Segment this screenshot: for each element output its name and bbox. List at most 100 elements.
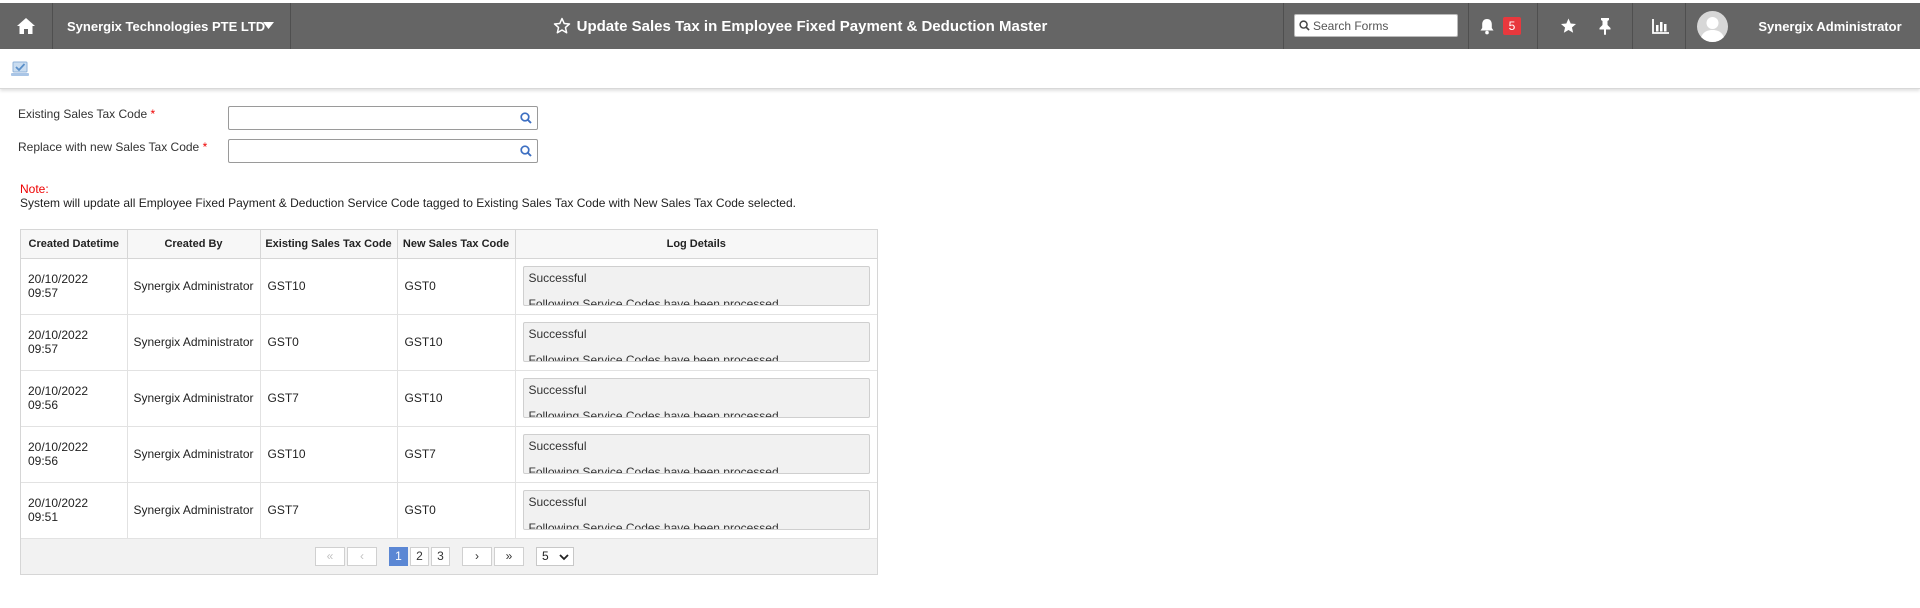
log-details-cell: Successful Following Service Codes have … [515,314,877,371]
first-page-button[interactable]: « [315,546,345,566]
search-icon[interactable] [520,145,532,157]
company-name: Synergix Technologies PTE LTD [67,18,266,34]
last-page-button[interactable]: » [494,546,524,566]
created-by-cell: Synergix Administrator [127,314,261,371]
required-mark: * [150,107,156,121]
created-datetime-cell: 20/10/2022 09:56 [21,426,128,483]
page-2-button[interactable]: 2 [410,546,429,566]
new-code-cell: GST10 [397,314,516,371]
existing-code-cell: GST0 [260,314,398,371]
pin-button[interactable] [1590,3,1620,49]
log-message: Following Service Codes have been proces… [528,465,779,474]
star-icon [1560,18,1576,33]
header-divider [1468,3,1469,49]
log-message: Following Service Codes have been proces… [528,297,779,306]
next-page-button[interactable]: › [462,546,492,566]
existing-code-cell: GST7 [260,482,398,539]
save-check-icon[interactable] [10,60,30,77]
log-status: Successful [528,383,587,397]
created-by-cell: Synergix Administrator [127,258,261,315]
existing-code-cell: GST10 [260,258,398,315]
log-message: Following Service Codes have been proces… [528,521,779,530]
search-icon[interactable] [520,112,532,124]
reports-button[interactable] [1645,3,1675,49]
required-mark: * [202,140,208,154]
star-outline-icon[interactable] [553,17,571,35]
replace-sales-tax-lookup[interactable] [228,139,538,163]
created-by-cell: Synergix Administrator [127,370,261,427]
table-row[interactable]: 20/10/2022 09:57 Synergix Administrator … [21,258,877,315]
new-code-cell: GST0 [397,258,516,315]
home-icon [17,18,35,34]
search-forms-box[interactable] [1294,14,1458,37]
note-label: Note: [20,182,49,196]
favorites-button[interactable] [1553,3,1583,49]
log-message: Following Service Codes have been proces… [528,409,779,418]
existing-sales-tax-label: Existing Sales Tax Code * [18,107,155,121]
page-1-button[interactable]: 1 [389,546,408,566]
top-header-bar: Synergix Technologies PTE LTD Update Sal… [0,3,1920,49]
header-divider [290,3,291,49]
log-status: Successful [528,271,587,285]
log-details-cell: Successful Following Service Codes have … [515,426,877,483]
notifications-button[interactable]: 5 [1470,3,1530,49]
table-row[interactable]: 20/10/2022 09:56 Synergix Administrator … [21,426,877,483]
search-forms-input[interactable] [1313,18,1453,33]
page-title: Update Sales Tax in Employee Fixed Payme… [576,17,1048,35]
search-icon [1299,20,1310,31]
existing-sales-tax-label-text: Existing Sales Tax Code [18,107,148,121]
created-by-cell: Synergix Administrator [127,482,261,539]
home-button[interactable] [0,3,52,49]
bell-icon [1480,18,1494,34]
existing-code-cell: GST10 [260,426,398,483]
replace-sales-tax-label: Replace with new Sales Tax Code * [18,140,207,154]
created-datetime-cell: 20/10/2022 09:56 [21,370,128,427]
new-code-cell: GST0 [397,482,516,539]
header-divider [1632,3,1633,49]
table-row[interactable]: 20/10/2022 09:51 Synergix Administrator … [21,482,877,539]
existing-sales-tax-input[interactable] [229,107,509,129]
prev-page-button[interactable]: ‹ [347,546,377,566]
log-status: Successful [528,327,587,341]
created-by-cell: Synergix Administrator [127,426,261,483]
page-size-value: 5 [542,549,549,563]
table-row[interactable]: 20/10/2022 09:57 Synergix Administrator … [21,314,877,371]
column-header[interactable]: Created Datetime [21,230,128,259]
new-code-cell: GST10 [397,370,516,427]
column-header[interactable]: Log Details [515,230,877,259]
existing-sales-tax-lookup[interactable] [228,106,538,130]
created-datetime-cell: 20/10/2022 09:51 [21,482,128,539]
replace-sales-tax-input[interactable] [229,140,509,162]
company-selector[interactable]: Synergix Technologies PTE LTD [53,3,290,49]
toolbar [0,49,1920,89]
header-divider [1537,3,1538,49]
avatar[interactable] [1697,11,1728,42]
log-message: Following Service Codes have been proces… [528,353,779,362]
log-details-cell: Successful Following Service Codes have … [515,258,877,315]
pagination-bar: « ‹ 1 2 3 › » 5 [21,538,877,574]
pin-icon [1599,18,1611,35]
column-header[interactable]: Existing Sales Tax Code [260,230,398,259]
log-details-cell: Successful Following Service Codes have … [515,482,877,539]
caret-down-icon [263,22,274,29]
log-details-cell: Successful Following Service Codes have … [515,370,877,427]
table-row[interactable]: 20/10/2022 09:56 Synergix Administrator … [21,370,877,427]
page-size-select[interactable]: 5 [536,546,574,566]
log-status: Successful [528,495,587,509]
user-name[interactable]: Synergix Administrator [1740,3,1920,49]
new-code-cell: GST7 [397,426,516,483]
log-details-box[interactable]: Successful Following Service Codes have … [522,434,870,474]
chevron-down-icon [559,553,569,560]
log-details-box[interactable]: Successful Following Service Codes have … [522,266,870,306]
column-header[interactable]: Created By [127,230,261,259]
header-divider [1283,3,1284,49]
log-details-box[interactable]: Successful Following Service Codes have … [522,490,870,530]
bar-chart-icon [1651,18,1669,34]
page-title-area: Update Sales Tax in Employee Fixed Payme… [300,3,1300,49]
log-details-box[interactable]: Successful Following Service Codes have … [522,378,870,418]
column-header[interactable]: New Sales Tax Code [397,230,516,259]
note-text: System will update all Employee Fixed Pa… [20,196,796,210]
existing-code-cell: GST7 [260,370,398,427]
page-3-button[interactable]: 3 [431,546,450,566]
log-details-box[interactable]: Successful Following Service Codes have … [522,322,870,362]
